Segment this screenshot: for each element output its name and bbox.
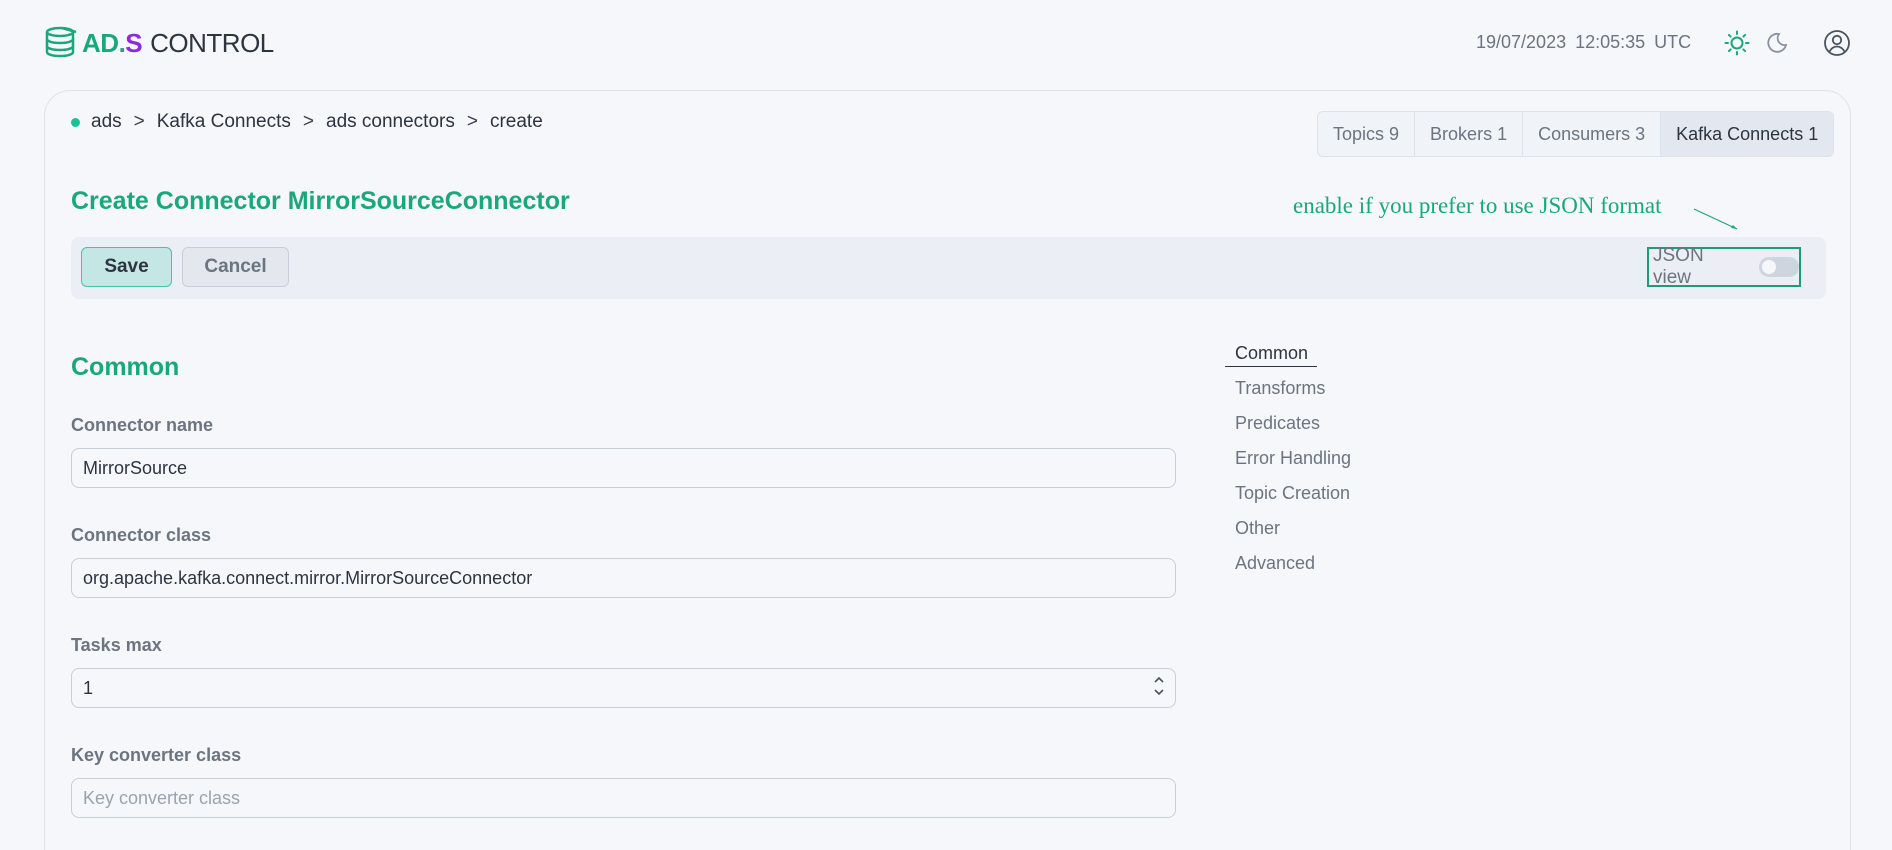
json-view-label: JSON view	[1653, 245, 1704, 288]
section-nav-error-handling[interactable]: Error Handling	[1235, 448, 1351, 469]
breadcrumb-current: create	[489, 111, 543, 132]
moon-icon[interactable]	[1762, 28, 1792, 58]
stepper-controls[interactable]	[1153, 674, 1165, 698]
resource-tabs: Topics 9 Brokers 1 Consumers 3 Kafka Con…	[1317, 111, 1835, 157]
logo-s: S	[125, 28, 143, 58]
sun-icon[interactable]	[1722, 28, 1752, 58]
connector-name-label: Connector name	[71, 415, 214, 435]
tasks-max-stepper[interactable]: 1	[71, 668, 1176, 708]
form-toolbar: Save Cancel JSON view	[71, 237, 1826, 299]
breadcrumb-connectors[interactable]: ads connectors	[326, 111, 455, 133]
json-view-toggle[interactable]: JSON view	[1647, 245, 1801, 288]
key-converter-class-label: Key converter class	[71, 745, 242, 765]
save-button[interactable]: Save	[81, 247, 172, 287]
toggle-knob	[1762, 260, 1777, 274]
tab-topics[interactable]: Topics 9	[1318, 112, 1416, 156]
user-icon[interactable]	[1822, 28, 1852, 58]
json-view-annotation: enable if you prefer to use JSON format	[1293, 193, 1662, 218]
datetime-display: 19/07/2023 12:05:35 UTC	[1476, 32, 1692, 52]
section-nav-other[interactable]: Other	[1235, 518, 1280, 539]
breadcrumb-separator: >	[466, 111, 478, 132]
app-logo[interactable]: AD.S CONTROL	[44, 26, 274, 60]
annotation-arrow-icon	[1693, 208, 1738, 230]
logo-control: CONTROL	[150, 28, 274, 58]
breadcrumb-cluster[interactable]: ads	[91, 111, 122, 133]
section-nav-underline	[1225, 366, 1317, 367]
section-nav-transforms[interactable]: Transforms	[1235, 378, 1325, 399]
connector-class-input[interactable]: org.apache.kafka.connect.mirror.MirrorSo…	[71, 558, 1176, 598]
logo-text: AD.S CONTROL	[82, 26, 274, 60]
breadcrumb: ads > Kafka Connects > ads connectors > …	[71, 111, 543, 133]
tasks-max-label: Tasks max	[71, 635, 162, 655]
breadcrumb-separator: >	[302, 111, 314, 132]
cancel-button[interactable]: Cancel	[182, 247, 289, 287]
connector-class-label: Connector class	[71, 525, 212, 545]
key-converter-class-input[interactable]: Key converter class	[71, 778, 1176, 818]
logo-ad: AD	[82, 28, 119, 58]
toggle-switch[interactable]	[1759, 257, 1799, 277]
chevron-up-icon[interactable]	[1153, 674, 1165, 686]
chevron-down-icon[interactable]	[1153, 686, 1165, 698]
section-nav-common[interactable]: Common	[1235, 343, 1308, 364]
main-card: ads > Kafka Connects > ads connectors > …	[44, 90, 1851, 850]
breadcrumb-separator: >	[133, 111, 145, 132]
top-bar: AD.S CONTROL 19/07/2023 12:05:35 UTC	[0, 0, 1892, 90]
breadcrumb-kafka-connects[interactable]: Kafka Connects	[157, 111, 291, 133]
tab-kafka-connects[interactable]: Kafka Connects 1	[1661, 112, 1834, 156]
section-nav-topic-creation[interactable]: Topic Creation	[1235, 483, 1350, 504]
section-nav-predicates[interactable]: Predicates	[1235, 413, 1320, 434]
tasks-max-value: 1	[83, 677, 94, 698]
page-title: Create Connector MirrorSourceConnector	[71, 187, 570, 215]
section-nav-advanced[interactable]: Advanced	[1235, 553, 1315, 574]
cluster-status-dot	[71, 117, 80, 127]
database-logo-icon	[45, 26, 77, 58]
tab-brokers[interactable]: Brokers 1	[1415, 112, 1524, 156]
section-title-common: Common	[71, 353, 180, 381]
connector-name-input[interactable]: MirrorSource	[71, 448, 1176, 488]
tab-consumers[interactable]: Consumers 3	[1523, 112, 1662, 156]
